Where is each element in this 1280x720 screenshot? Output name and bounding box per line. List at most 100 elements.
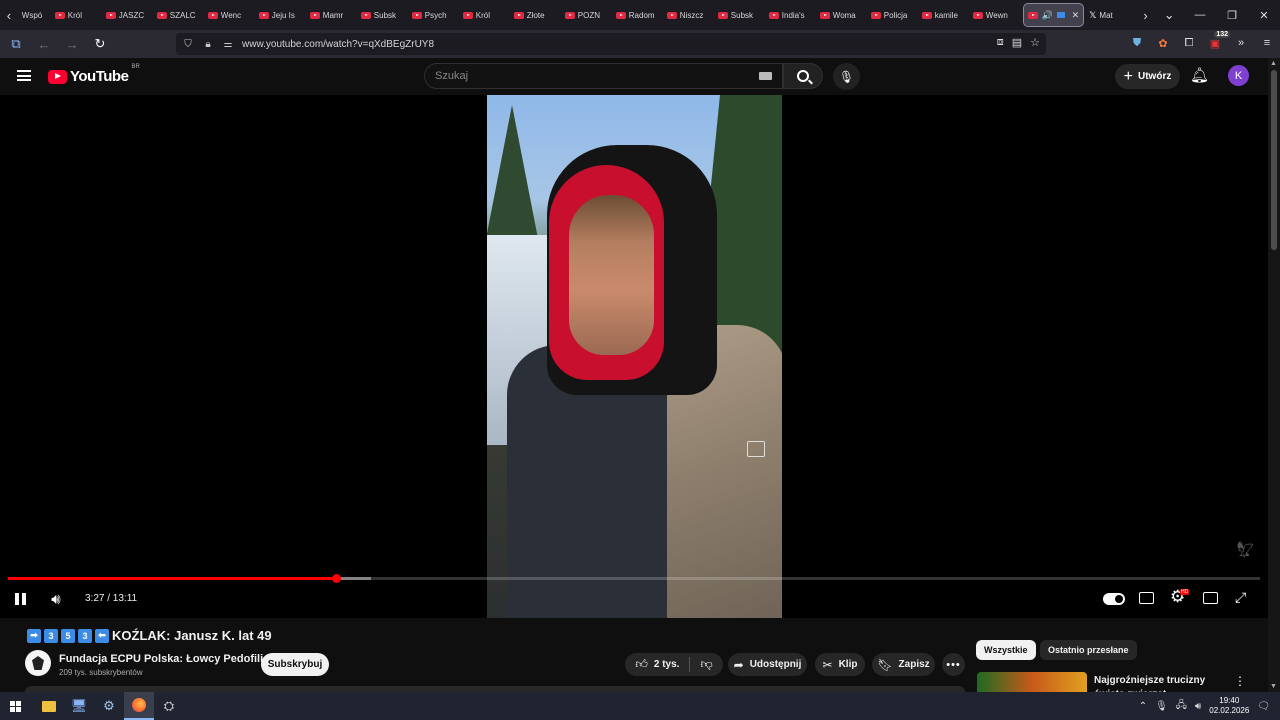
more-actions-icon[interactable]: ••• — [942, 653, 965, 676]
bookmark-star-icon[interactable]: ☆ — [1030, 36, 1040, 49]
reload-icon[interactable]: ↻ — [88, 32, 112, 56]
theater-mode-icon[interactable] — [1203, 592, 1218, 604]
search-button[interactable] — [783, 63, 823, 89]
tray-volume-icon[interactable]: 🔊︎ — [1195, 701, 1201, 712]
close-window-icon[interactable]: ✕ — [1248, 0, 1280, 30]
tab-scroll-right-icon[interactable]: › — [1137, 0, 1155, 30]
tab-label: Wenc — [220, 10, 242, 20]
browser-tab[interactable]: Subsk — [358, 0, 409, 30]
youtube-logo[interactable]: YouTube BR — [48, 64, 140, 85]
channel-avatar[interactable] — [25, 650, 51, 676]
url-text[interactable]: www.youtube.com/watch?v=qXdBEgZrUY8 — [242, 39, 434, 50]
scrubber-handle[interactable] — [332, 574, 342, 583]
like-count[interactable]: 2 tys. — [654, 659, 680, 670]
browser-tab[interactable]: Psych — [409, 0, 460, 30]
scroll-down-icon[interactable]: ▼ — [1270, 683, 1277, 690]
browser-tab[interactable]: Radom — [613, 0, 664, 30]
browser-tab[interactable]: POZN — [562, 0, 613, 30]
url-bar[interactable]: ⛉ 🔒︎ ⚌ www.youtube.com/watch?v=qXdBEgZrU… — [176, 33, 1046, 55]
extension-fox-icon[interactable]: ✿ — [1154, 34, 1172, 52]
tab-x[interactable]: 𝕏 Mat — [1086, 0, 1136, 30]
browser-tab[interactable]: Subsk — [715, 0, 766, 30]
browser-tab[interactable]: Woma — [817, 0, 868, 30]
extension-shield-icon[interactable]: ⛊ — [1128, 34, 1146, 52]
browser-tab[interactable]: JASZC — [103, 0, 154, 30]
chip-recently-uploaded[interactable]: Ostatnio przesłane — [1040, 640, 1137, 660]
browser-tab[interactable]: Król — [460, 0, 511, 30]
create-button[interactable]: + Utwórz — [1115, 64, 1180, 89]
browser-tab[interactable]: Mamr — [307, 0, 358, 30]
share-button[interactable]: ➦ Udostępnij — [728, 653, 807, 676]
miniplayer-icon[interactable] — [747, 441, 765, 457]
permissions-icon[interactable]: ⚌ — [222, 39, 234, 50]
guide-menu-icon[interactable] — [17, 70, 31, 81]
tab-scroll-left-icon[interactable]: ‹ — [0, 0, 18, 30]
video-frame[interactable] — [487, 95, 782, 618]
video-player[interactable]: 🦅︎ 🔊︎ 3:27 / 13:11 ⚙︎ HD ⤢ — [0, 95, 1268, 618]
app-icon[interactable]: ⛭ — [154, 692, 184, 720]
picture-in-picture-icon[interactable]: ⧈ — [997, 36, 1004, 49]
save-button[interactable]: 🔖︎ Zapisz — [872, 653, 935, 676]
browser-tab[interactable]: India's — [766, 0, 817, 30]
search-input[interactable]: Szukaj — [424, 63, 783, 89]
overflow-menu-icon[interactable]: » — [1232, 34, 1250, 52]
channel-watermark-icon[interactable]: 🦅︎ — [1235, 540, 1259, 560]
extension-badge-icon[interactable]: ▣ 132 — [1206, 31, 1230, 52]
tray-mic-icon[interactable]: 🎙︎ — [1155, 701, 1168, 712]
volume-icon[interactable]: 🔊︎ — [46, 589, 66, 609]
scroll-up-icon[interactable]: ▲ — [1270, 60, 1277, 67]
browser-tab[interactable]: Jeju Is — [256, 0, 307, 30]
account-avatar[interactable]: K — [1228, 65, 1249, 86]
pause-icon[interactable] — [13, 592, 27, 606]
speaker-icon[interactable]: 🔊 — [1042, 10, 1053, 21]
browser-tab[interactable]: SZALC — [154, 0, 205, 30]
hamburger-menu-icon[interactable]: ≡ — [1258, 34, 1276, 52]
clock[interactable]: 19:40 02.02.2026 — [1209, 696, 1249, 716]
recommended-more-icon[interactable]: ⋮ — [1234, 674, 1246, 688]
start-windows-icon[interactable] — [0, 692, 30, 720]
computer-icon[interactable]: 🖥︎ — [64, 692, 94, 720]
back-icon[interactable]: ← — [32, 32, 56, 56]
tray-chevron-icon[interactable]: ⌃ — [1139, 701, 1147, 712]
reader-view-icon[interactable]: ▤ — [1012, 36, 1022, 49]
autoplay-toggle[interactable] — [1103, 593, 1125, 605]
shield-icon[interactable]: ⛉ — [182, 39, 194, 50]
steam-icon[interactable]: ⚙︎ — [94, 692, 124, 720]
browser-tab[interactable]: Król — [52, 0, 103, 30]
notification-center-icon[interactable]: 🗨︎ — [1257, 701, 1270, 712]
tab-list-dropdown-icon[interactable]: ⌄ — [1154, 0, 1184, 30]
subscribe-button[interactable]: Subskrybuj — [261, 653, 329, 676]
page-scrollbar[interactable]: ▲ ▼ — [1268, 58, 1280, 692]
firefox-icon[interactable] — [124, 692, 154, 720]
like-icon[interactable]: 👍︎ — [635, 657, 648, 672]
forward-icon[interactable]: → — [60, 32, 84, 56]
tab-active-youtube[interactable]: 🔊 ✕ — [1022, 3, 1085, 27]
voice-search-button[interactable]: 🎙︎ — [833, 63, 860, 90]
fullscreen-icon[interactable]: ⤢ — [1235, 589, 1246, 606]
channel-name[interactable]: Fundacja ECPU Polska: Łowcy Pedofili — [59, 653, 263, 665]
keyboard-icon[interactable] — [759, 72, 772, 80]
extensions-puzzle-icon[interactable]: ⧠ — [1180, 34, 1198, 52]
restore-icon[interactable]: ❐ — [1216, 0, 1248, 30]
browser-tab[interactable]: Wspó — [18, 0, 52, 30]
browser-tab[interactable]: Niszcz — [664, 0, 715, 30]
browser-tab[interactable]: Wenc — [205, 0, 256, 30]
sidebar-toggle-icon[interactable]: ⧉ — [4, 32, 28, 56]
network-icon[interactable]: 🖧︎ — [1176, 698, 1187, 715]
chip-all[interactable]: Wszystkie — [976, 640, 1036, 660]
clip-button[interactable]: ✂ Klip — [815, 653, 865, 676]
minimize-icon[interactable]: — — [1184, 0, 1216, 30]
browser-tab[interactable]: Wewn — [970, 0, 1021, 30]
notifications-bell-icon[interactable]: 🔔︎ — [1190, 66, 1209, 84]
file-explorer-icon[interactable] — [34, 692, 64, 720]
browser-tab[interactable]: kamile — [919, 0, 970, 30]
browser-tab[interactable]: Policja — [868, 0, 919, 30]
dislike-icon[interactable]: 👎︎ — [700, 657, 712, 672]
recommended-thumbnail[interactable] — [977, 672, 1087, 694]
scrollbar-thumb[interactable] — [1271, 70, 1277, 250]
subtitles-icon[interactable] — [1139, 592, 1154, 604]
progress-bar[interactable] — [8, 574, 1260, 583]
tab-close-icon[interactable]: ✕ — [1072, 10, 1080, 21]
lock-icon[interactable]: 🔒︎ — [202, 39, 214, 50]
browser-tab[interactable]: Złote — [511, 0, 562, 30]
